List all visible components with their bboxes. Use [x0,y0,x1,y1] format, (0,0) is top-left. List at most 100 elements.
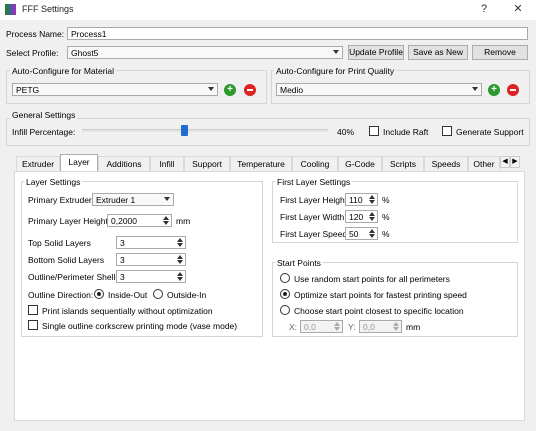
spin-up-icon[interactable] [177,238,183,242]
tab-additions[interactable]: Additions [98,156,150,171]
title-bar [0,0,536,20]
update-profile-button[interactable]: Update Profile [348,45,404,60]
top-solid-layers-label: Top Solid Layers [28,238,91,248]
material-select[interactable]: PETG [12,83,218,96]
layer-settings-title: Layer Settings [24,177,83,187]
first-layer-width-unit: % [382,212,390,222]
outline-shells-spinbox[interactable]: 3 [116,270,186,283]
spin-down-icon[interactable] [334,327,340,331]
spin-up-icon[interactable] [369,229,375,233]
vase-mode-checkbox[interactable] [28,320,38,330]
start-y-spinbox[interactable]: 0,0 [359,320,402,333]
profile-select[interactable]: Ghost5 [67,46,343,59]
spin-down-icon[interactable] [369,234,375,238]
help-button[interactable]: ? [474,2,494,17]
spin-down-icon[interactable] [393,327,399,331]
infill-slider-track[interactable] [82,129,328,132]
outline-direction-label: Outline Direction: [28,290,94,300]
spin-up-icon[interactable] [163,216,169,220]
first-layer-height-value: 110 [349,195,363,205]
tab-cooling[interactable]: Cooling [292,156,338,171]
outside-in-label: Outside-In [167,290,207,300]
close-button[interactable]: ✕ [508,2,528,17]
outline-shells-value: 3 [120,272,125,282]
tab-other[interactable]: Other [468,156,500,171]
primary-layer-height-spinbox[interactable]: 0,2000 [107,214,172,227]
vase-mode-label: Single outline corkscrew printing mode (… [42,321,238,331]
chevron-down-icon [208,87,214,91]
tab-extruder[interactable]: Extruder [16,156,60,171]
tab-scroll-left-icon[interactable]: ◀ [500,156,510,168]
print-islands-checkbox[interactable] [28,305,38,315]
primary-extruder-select[interactable]: Extruder 1 [92,193,174,206]
first-layer-height-unit: % [382,195,390,205]
spin-up-icon[interactable] [369,195,375,199]
optimize-start-label: Optimize start points for fastest printi… [294,290,467,300]
first-layer-width-value: 120 [349,212,364,222]
first-layer-width-label: First Layer Width [280,212,345,222]
start-x-spinbox[interactable]: 0,0 [300,320,343,333]
spin-up-icon[interactable] [393,322,399,326]
spin-up-icon[interactable] [334,322,340,326]
spin-up-icon[interactable] [177,255,183,259]
inside-out-radio[interactable] [94,289,104,299]
spin-down-icon[interactable] [163,221,169,225]
remove-quality-icon[interactable] [507,84,519,96]
first-layer-speed-label: First Layer Speed [280,229,348,239]
process-name-input[interactable]: Process1 [67,27,528,40]
remove-profile-button[interactable]: Remove [472,45,528,60]
print-islands-label: Print islands sequentially without optim… [42,306,213,316]
spin-down-icon[interactable] [177,277,183,281]
optimize-start-radio[interactable] [280,289,290,299]
add-material-icon[interactable]: + [224,84,236,96]
first-layer-title: First Layer Settings [275,177,353,187]
tab-gcode[interactable]: G-Code [338,156,382,171]
outside-in-radio[interactable] [153,289,163,299]
generate-support-label: Generate Support [456,127,524,137]
closest-start-label: Choose start point closest to specific l… [294,306,464,316]
primary-layer-height-value: 0,2000 [111,216,137,226]
start-points-title: Start Points [275,258,323,268]
remove-material-icon[interactable] [244,84,256,96]
tab-scroll-right-icon[interactable]: ▶ [510,156,520,168]
tab-layer[interactable]: Layer [60,154,98,172]
tab-infill[interactable]: Infill [150,156,184,171]
bottom-solid-layers-value: 3 [120,255,125,265]
chevron-down-icon [164,197,170,201]
first-layer-width-spinbox[interactable]: 120 [345,210,378,223]
first-layer-height-spinbox[interactable]: 110 [345,193,378,206]
top-solid-layers-value: 3 [120,238,125,248]
spin-down-icon[interactable] [177,260,183,264]
tab-scripts[interactable]: Scripts [382,156,424,171]
primary-layer-height-label: Primary Layer Height [28,216,108,226]
spin-down-icon[interactable] [369,217,375,221]
closest-start-radio[interactable] [280,305,290,315]
bottom-solid-layers-spinbox[interactable]: 3 [116,253,186,266]
tab-support[interactable]: Support [184,156,230,171]
material-value: PETG [16,85,40,95]
select-profile-label: Select Profile: [6,48,59,58]
spin-up-icon[interactable] [369,212,375,216]
top-solid-layers-spinbox[interactable]: 3 [116,236,186,249]
random-start-radio[interactable] [280,273,290,283]
infill-percentage-label: Infill Percentage: [12,127,76,137]
spin-down-icon[interactable] [369,200,375,204]
tab-temperature[interactable]: Temperature [230,156,292,171]
save-as-new-button[interactable]: Save as New [408,45,468,60]
outline-shells-label: Outline/Perimeter Shells [28,272,120,282]
quality-group-title: Auto-Configure for Print Quality [274,66,397,76]
spin-down-icon[interactable] [177,243,183,247]
quality-select[interactable]: Medio [276,83,482,96]
include-raft-checkbox[interactable] [369,126,379,136]
start-y-label: Y: [348,322,356,332]
add-quality-icon[interactable]: + [488,84,500,96]
start-y-value: 0,0 [363,322,375,332]
infill-slider-handle[interactable] [181,125,188,136]
spin-up-icon[interactable] [177,272,183,276]
tab-speeds[interactable]: Speeds [424,156,468,171]
first-layer-speed-spinbox[interactable]: 50 [345,227,378,240]
generate-support-checkbox[interactable] [442,126,452,136]
profile-value: Ghost5 [71,48,99,58]
inside-out-label: Inside-Out [108,290,148,300]
chevron-down-icon [333,50,339,54]
